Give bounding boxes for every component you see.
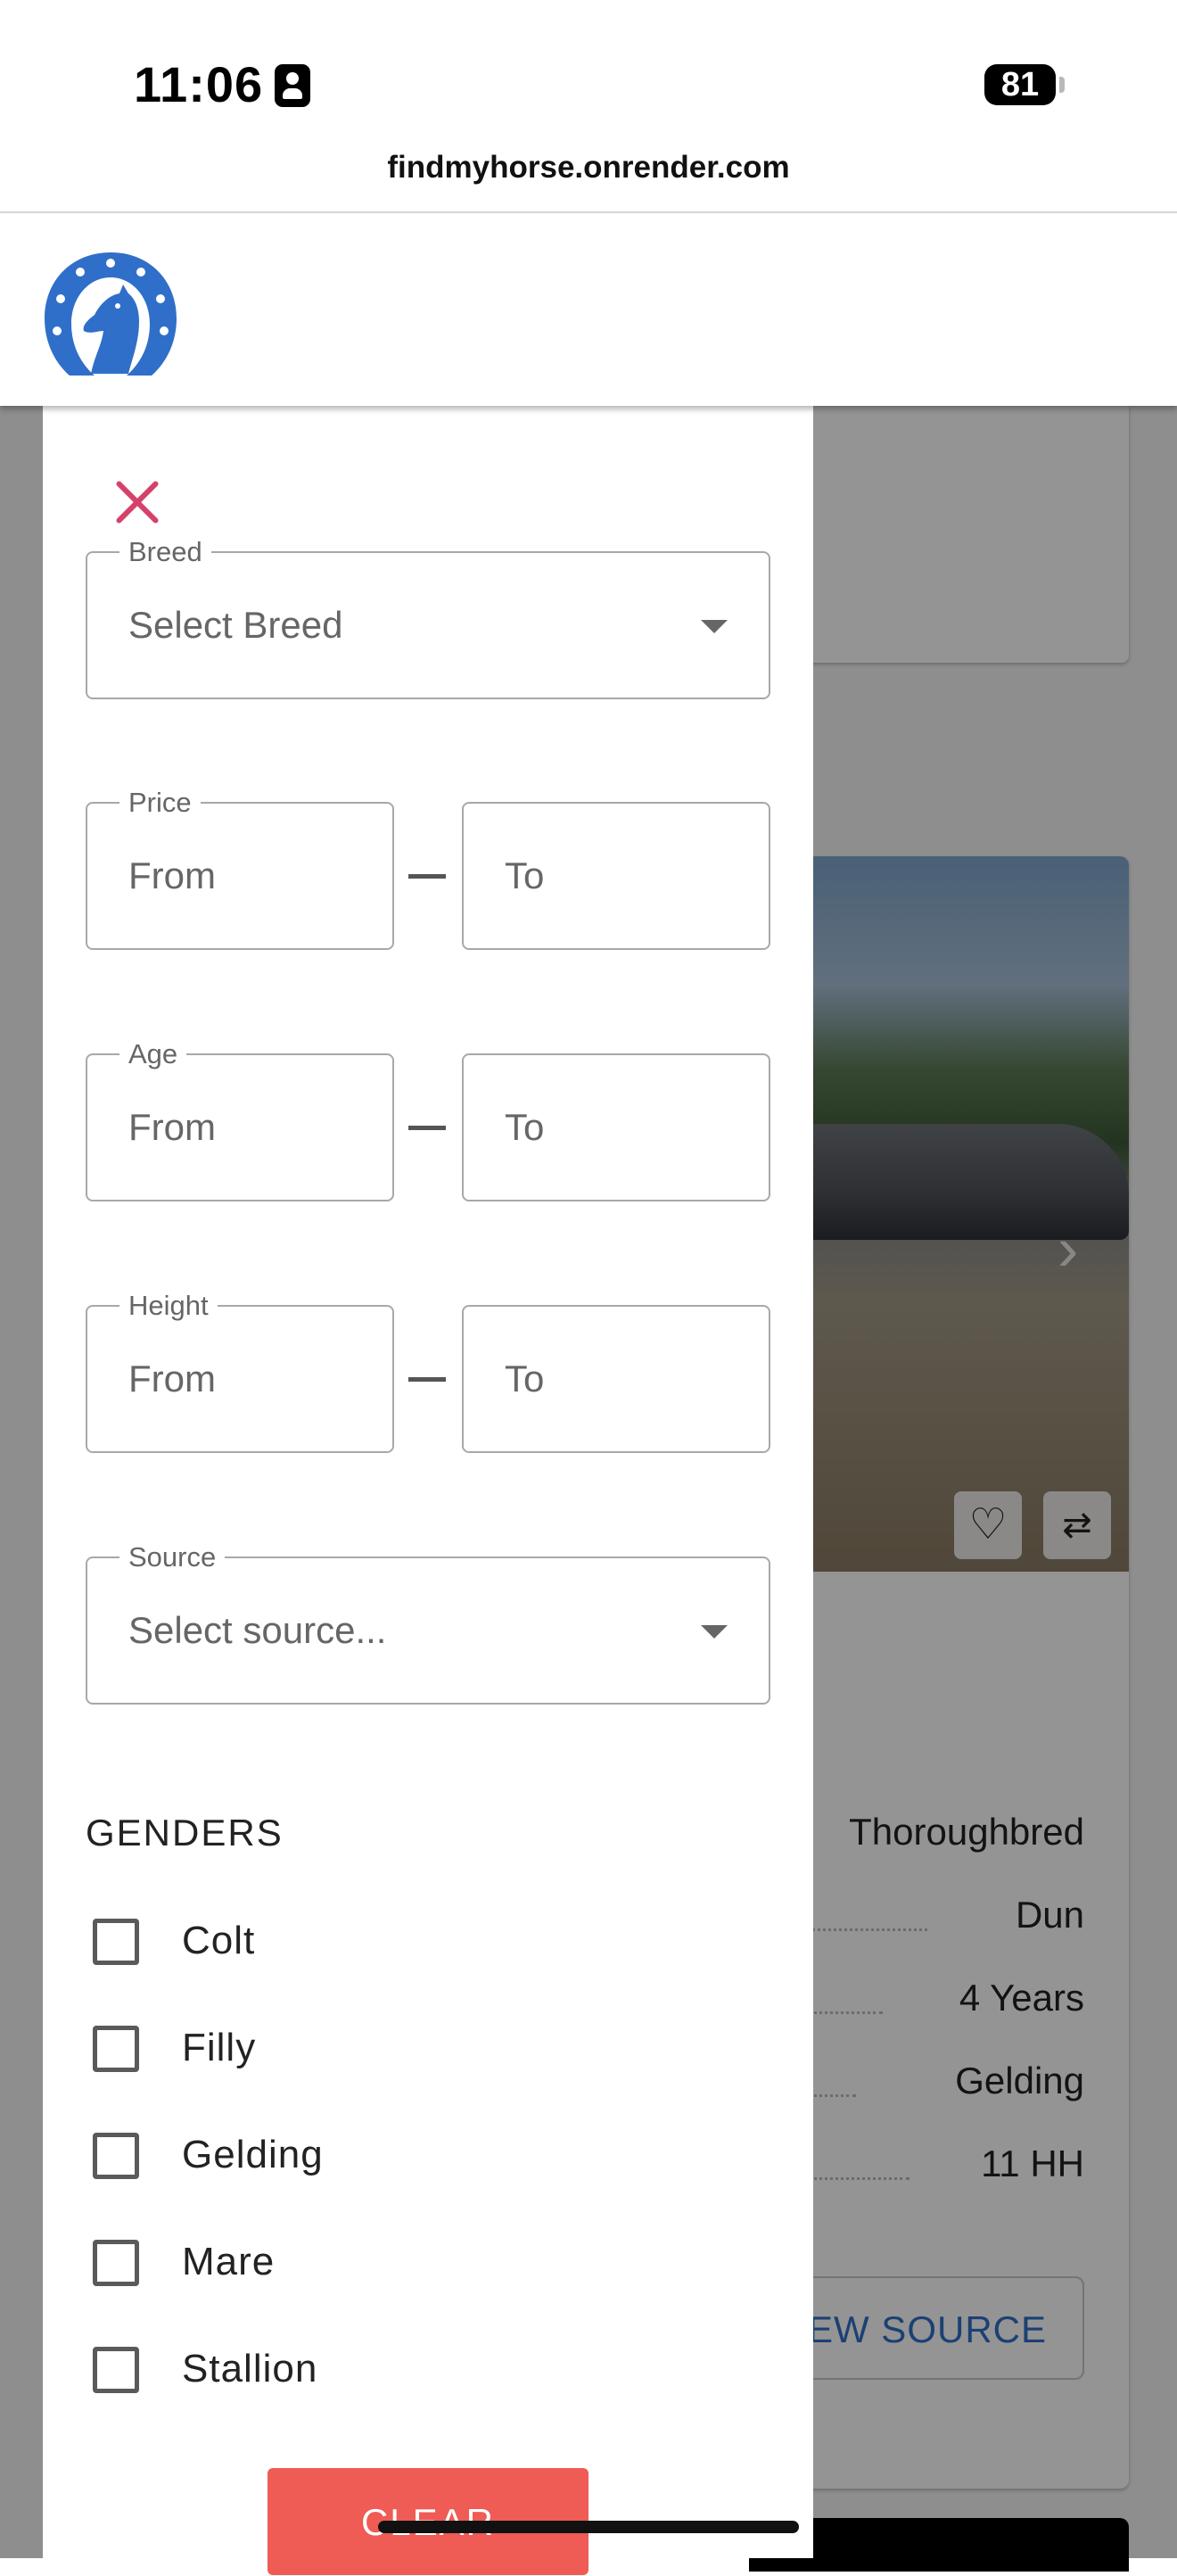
age-to-placeholder: To xyxy=(505,1106,545,1148)
battery-indicator: 81 xyxy=(984,64,1056,105)
source-legend: Source xyxy=(119,1542,226,1573)
gender-label: Mare xyxy=(182,2240,276,2283)
checkbox[interactable] xyxy=(93,2026,139,2072)
checkbox[interactable] xyxy=(93,2347,139,2393)
checkbox[interactable] xyxy=(93,1919,139,1965)
breed-placeholder: Select Breed xyxy=(128,604,343,646)
chevron-down-icon xyxy=(701,620,728,633)
close-icon[interactable] xyxy=(112,477,162,527)
genders-heading: GENDERS xyxy=(86,1812,284,1854)
home-indicator[interactable] xyxy=(378,2521,799,2533)
gender-label: Gelding xyxy=(182,2133,324,2176)
range-dash xyxy=(408,1126,446,1130)
height-legend: Height xyxy=(119,1291,218,1321)
status-bar: 11:06 81 findmyhorse.onrender.com xyxy=(0,0,1177,185)
age-from-input[interactable]: Age From xyxy=(86,1039,394,1201)
price-to-placeholder: To xyxy=(505,855,545,896)
checkbox[interactable] xyxy=(93,2133,139,2179)
status-time: 11:06 xyxy=(134,56,264,112)
range-dash xyxy=(408,1377,446,1382)
gender-label: Colt xyxy=(182,1919,256,1962)
battery-cap-icon xyxy=(1059,77,1065,93)
price-from-placeholder: From xyxy=(128,855,216,896)
price-to-input[interactable]: To xyxy=(462,802,770,950)
browser-url[interactable]: findmyhorse.onrender.com xyxy=(0,150,1177,186)
height-from-placeholder: From xyxy=(128,1358,216,1399)
price-legend: Price xyxy=(119,788,201,818)
range-dash xyxy=(408,874,446,879)
age-to-input[interactable]: To xyxy=(462,1053,770,1201)
gender-label: Stallion xyxy=(182,2347,318,2390)
age-legend: Age xyxy=(119,1039,187,1069)
chevron-down-icon xyxy=(701,1625,728,1639)
height-to-input[interactable]: To xyxy=(462,1305,770,1453)
source-select[interactable]: Source Select source... xyxy=(86,1542,770,1705)
breed-select[interactable]: Breed Select Breed xyxy=(86,537,770,699)
horseshoe-logo-icon[interactable] xyxy=(39,245,182,379)
gender-label: Filly xyxy=(182,2026,257,2069)
app-header xyxy=(0,211,1177,406)
contact-badge-icon xyxy=(275,64,310,107)
checkbox[interactable] xyxy=(93,2240,139,2286)
height-from-input[interactable]: Height From xyxy=(86,1291,394,1453)
age-from-placeholder: From xyxy=(128,1106,216,1148)
source-placeholder: Select source... xyxy=(128,1609,387,1651)
price-from-input[interactable]: Price From xyxy=(86,788,394,950)
filter-drawer: Breed Select Breed Price From To Age Fro… xyxy=(43,404,813,2575)
height-to-placeholder: To xyxy=(505,1358,545,1399)
breed-legend: Breed xyxy=(119,537,211,567)
